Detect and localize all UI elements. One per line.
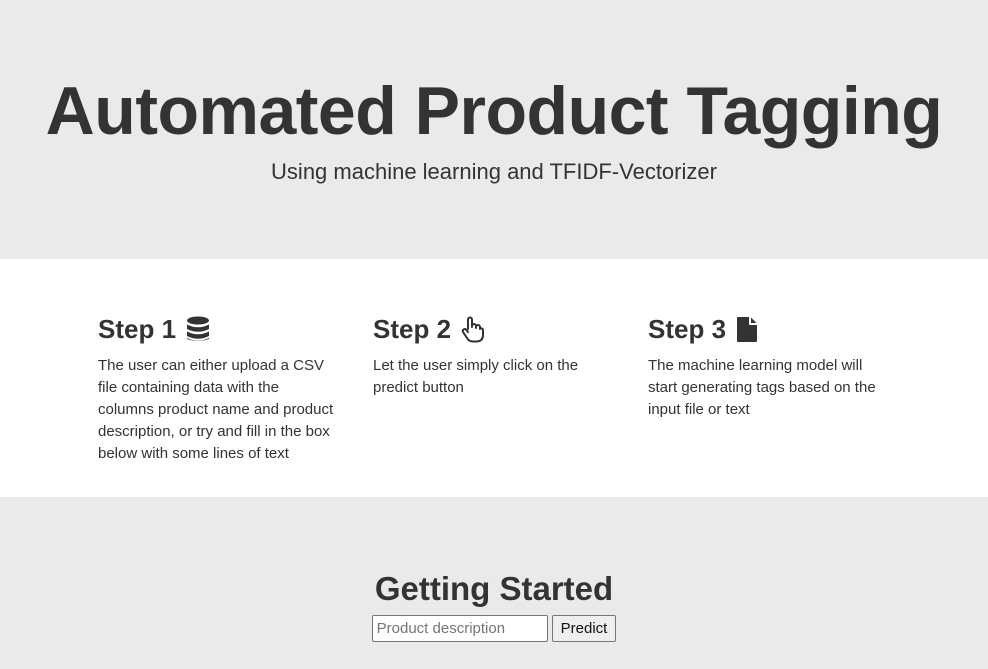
step-2-description: Let the user simply click on the predict… xyxy=(373,357,579,396)
step-2: Step 2 Let the user simply click on the … xyxy=(373,313,609,399)
predict-button[interactable]: Predict xyxy=(551,615,617,642)
step-3: Step 3 The machine learning model will s… xyxy=(648,313,884,421)
step-1-description: The user can either upload a CSV file co… xyxy=(98,357,334,462)
step-2-title: Step 2 xyxy=(373,314,452,344)
hand-pointer-icon xyxy=(461,316,485,343)
step-3-description: The machine learning model will start ge… xyxy=(648,357,876,418)
hero-section: Automated Product Tagging Using machine … xyxy=(0,0,988,259)
step-1: Step 1 The user can either upload a CSV … xyxy=(98,313,334,465)
database-icon xyxy=(186,316,210,343)
predict-form: Predict xyxy=(0,615,988,642)
page-title: Automated Product Tagging xyxy=(45,73,943,149)
getting-started-section: Getting Started Predict xyxy=(0,497,988,669)
page-subtitle: Using machine learning and TFIDF-Vectori… xyxy=(271,159,717,184)
step-1-heading: Step 1 xyxy=(98,313,334,345)
step-2-heading: Step 2 xyxy=(373,313,609,345)
product-description-input[interactable] xyxy=(371,615,548,642)
getting-started-heading: Getting Started xyxy=(374,570,614,607)
steps-section: Step 1 The user can either upload a CSV … xyxy=(0,259,988,497)
step-3-heading: Step 3 xyxy=(648,313,884,345)
file-icon xyxy=(736,316,758,343)
step-3-title: Step 3 xyxy=(648,314,727,344)
step-1-title: Step 1 xyxy=(98,314,177,344)
